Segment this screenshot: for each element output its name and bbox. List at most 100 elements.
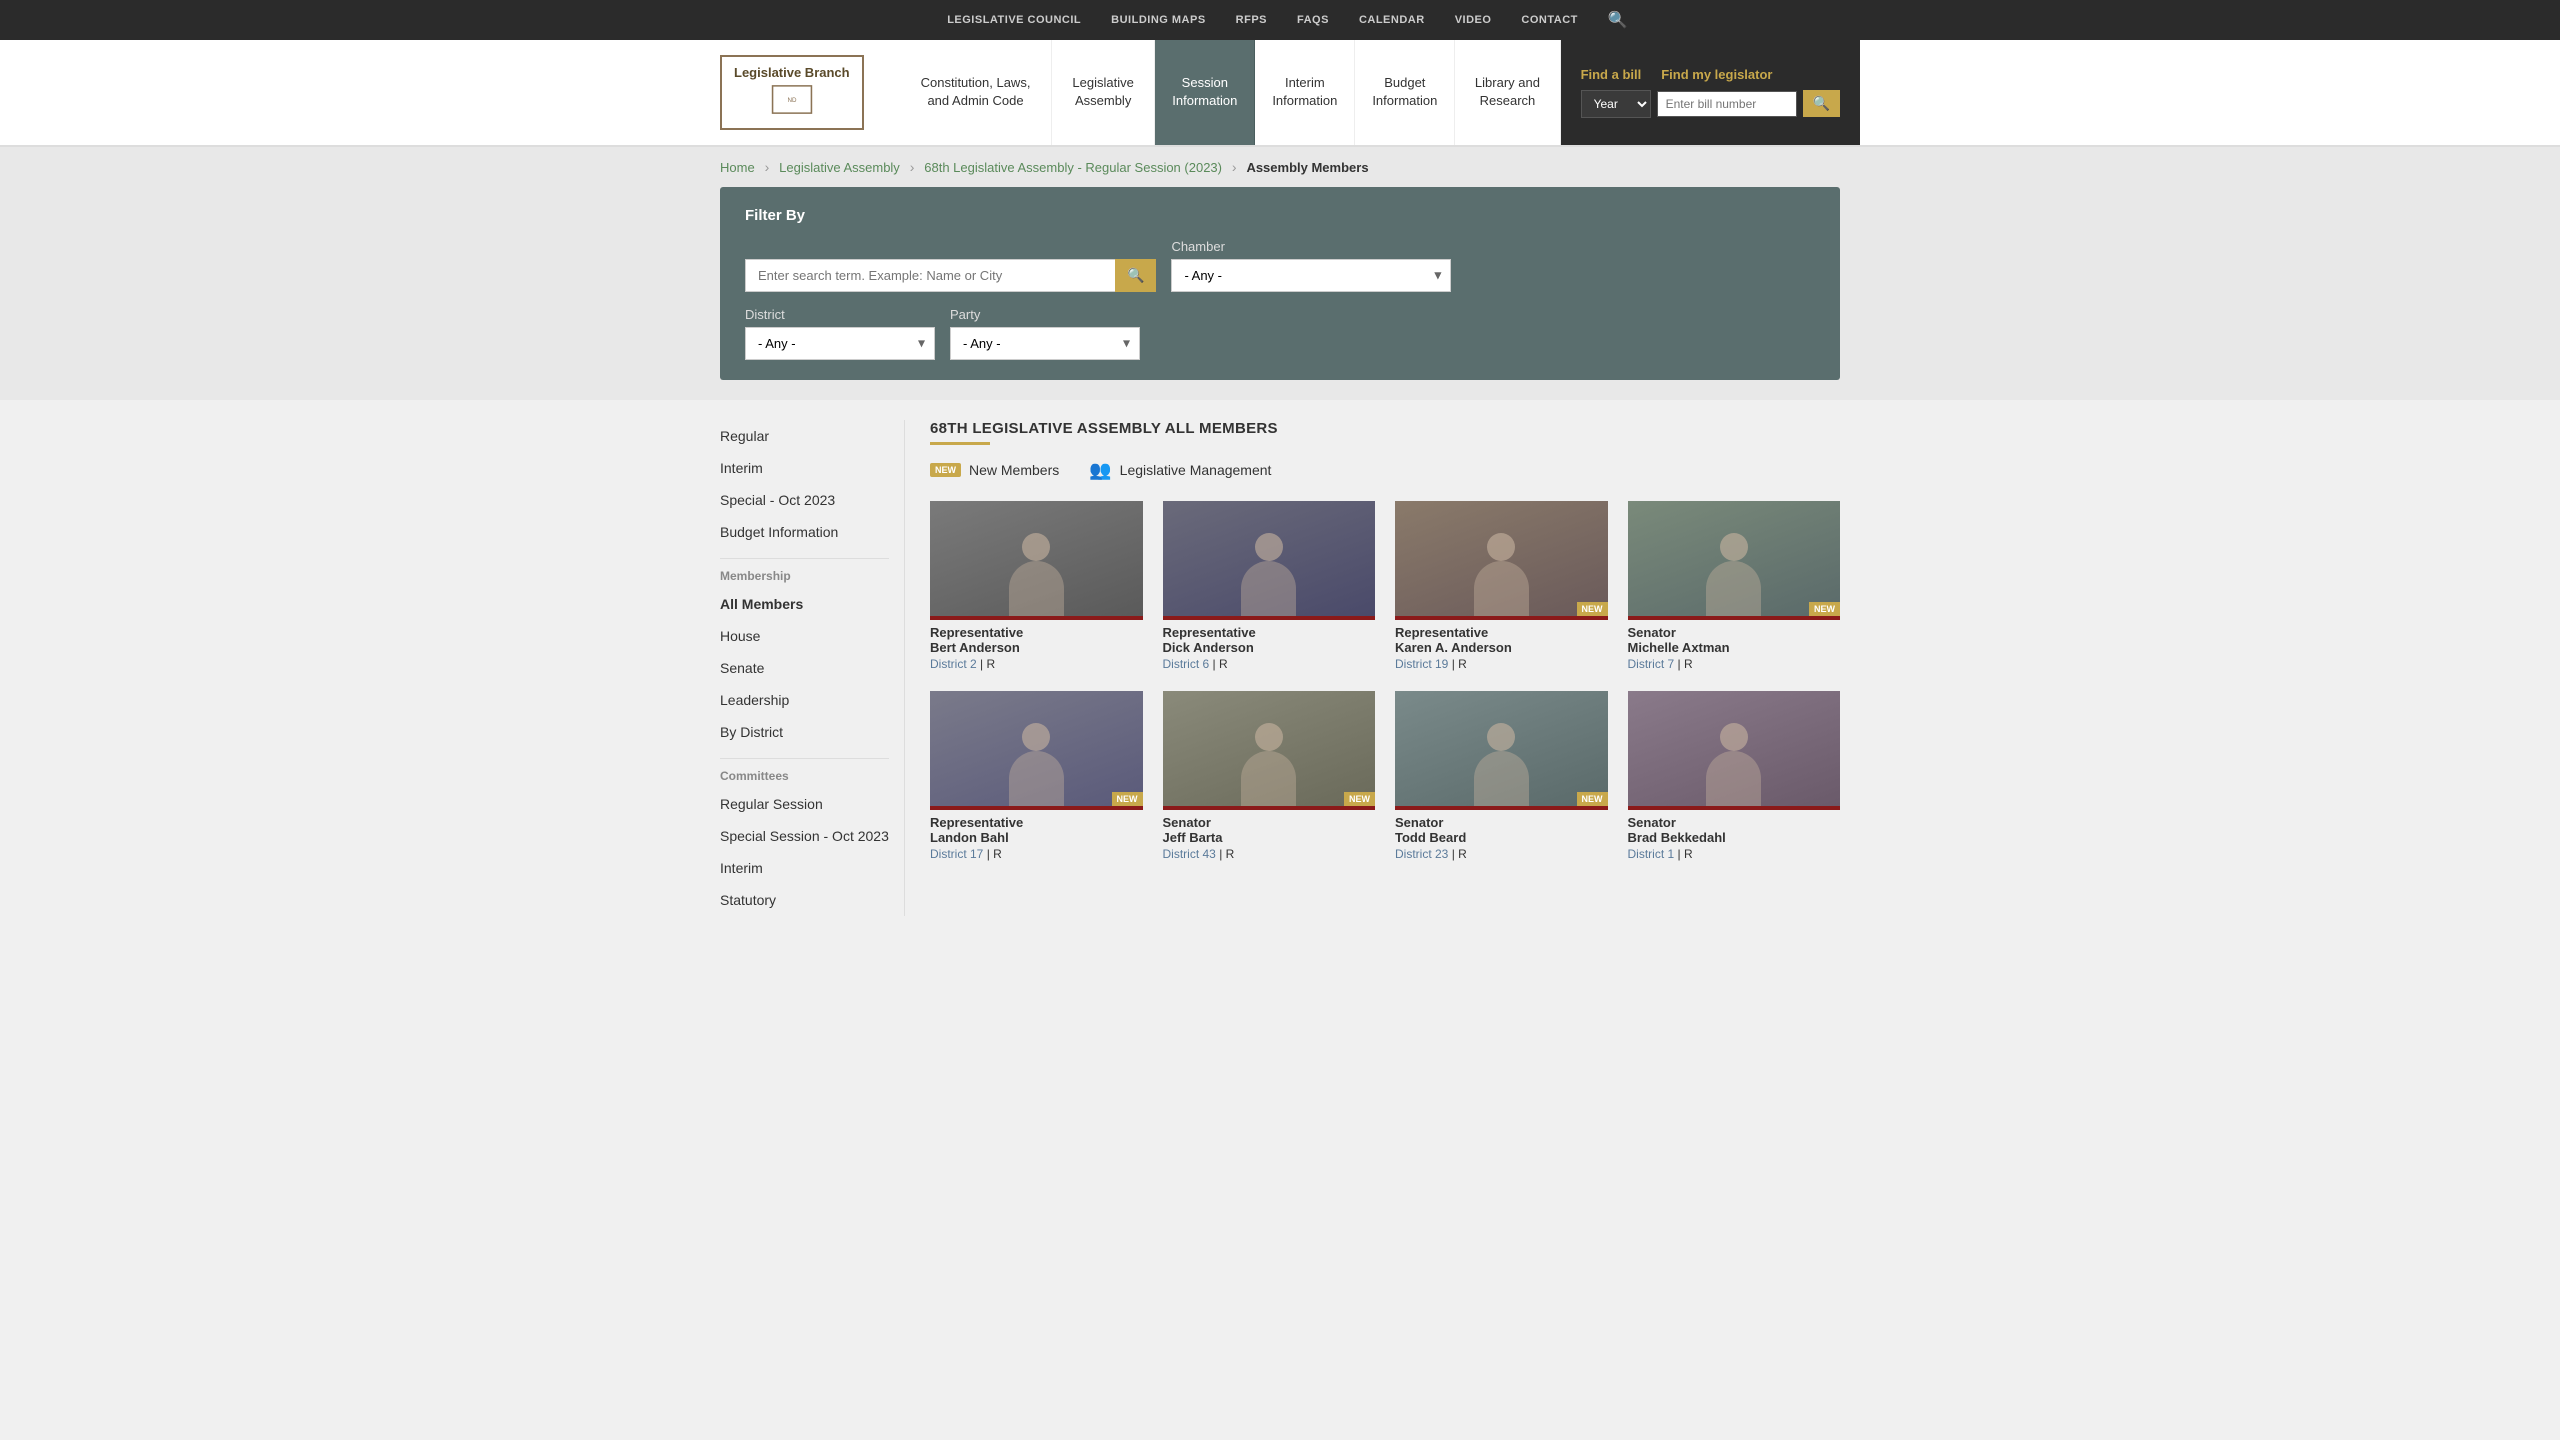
member-title-michelle-axtman: Senator <box>1628 625 1841 640</box>
find-bill-inputs: Year 🔍 <box>1581 90 1840 118</box>
member-card-bert-anderson[interactable]: Representative Bert Anderson District 2 … <box>930 501 1143 671</box>
sidebar-item-budget-information[interactable]: Budget Information <box>720 516 889 548</box>
member-info-todd-beard: Senator Todd Beard District 23 | R <box>1395 815 1608 861</box>
sidebar-item-leadership[interactable]: Leadership <box>720 684 889 716</box>
member-name-landon-bahl: Landon Bahl <box>930 830 1143 845</box>
nav-session-info[interactable]: Session Information <box>1155 40 1255 145</box>
nav-constitution[interactable]: Constitution, Laws, and Admin Code <box>900 40 1052 145</box>
member-red-bar-1 <box>930 616 1143 620</box>
member-name-brad-bekkedahl: Brad Bekkedahl <box>1628 830 1841 845</box>
top-nav-contact[interactable]: CONTACT <box>1506 14 1592 26</box>
assembly-title: 68TH LEGISLATIVE ASSEMBLY ALL MEMBERS <box>930 420 1840 437</box>
member-card-michelle-axtman[interactable]: NEW Senator Michelle Axtman District 7 |… <box>1628 501 1841 671</box>
find-bill-area: Find a bill Find my legislator Year 🔍 <box>1561 40 1860 145</box>
top-nav-legislative-council[interactable]: LEGISLATIVE COUNCIL <box>932 14 1096 26</box>
person-body-icon <box>1706 751 1761 806</box>
filter-section-wrap: Filter By 🔍 Chamber - Any - ▾ <box>0 187 2560 400</box>
breadcrumb-68th[interactable]: 68th Legislative Assembly - Regular Sess… <box>924 160 1222 175</box>
member-photo-landon-bahl: NEW <box>930 691 1143 806</box>
nav-budget-info[interactable]: Budget Information <box>1355 40 1455 145</box>
chamber-label: Chamber <box>1171 239 1451 254</box>
sidebar-divider-2 <box>720 758 889 759</box>
committees-section-label: Committees <box>720 769 889 783</box>
new-members-badge[interactable]: NEW New Members <box>930 462 1059 478</box>
sidebar-item-special-oct-2023[interactable]: Special - Oct 2023 <box>720 484 889 516</box>
search-icon[interactable]: 🔍 <box>1608 10 1628 30</box>
members-grid-row-2: NEW Representative Landon Bahl District … <box>930 691 1840 861</box>
member-card-todd-beard[interactable]: NEW Senator Todd Beard District 23 | R <box>1395 691 1608 861</box>
nav-library-research[interactable]: Library and Research <box>1455 40 1560 145</box>
header-inner: Legislative Branch ND Constitution, Laws… <box>700 40 1860 145</box>
breadcrumb-sep-2: › <box>910 159 915 175</box>
member-photo-brad-bekkedahl <box>1628 691 1841 806</box>
year-select[interactable]: Year <box>1581 90 1651 118</box>
sidebar-item-special-session-oct-2023[interactable]: Special Session - Oct 2023 <box>720 820 889 852</box>
breadcrumb-wrap: Home › Legislative Assembly › 68th Legis… <box>700 159 1860 175</box>
member-card-dick-anderson[interactable]: Representative Dick Anderson District 6 … <box>1163 501 1376 671</box>
breadcrumb-leg-assembly[interactable]: Legislative Assembly <box>779 160 900 175</box>
chamber-select-wrap: - Any - ▾ <box>1171 259 1451 292</box>
bill-number-input[interactable] <box>1657 91 1797 117</box>
top-nav-calendar[interactable]: CALENDAR <box>1344 14 1440 26</box>
district-group: District - Any - ▾ <box>745 307 935 360</box>
sidebar-divider-1 <box>720 558 889 559</box>
member-name-todd-beard: Todd Beard <box>1395 830 1608 845</box>
search-button[interactable]: 🔍 <box>1115 259 1156 292</box>
breadcrumb-sep-1: › <box>765 159 770 175</box>
new-badge-jeff-barta: NEW <box>1344 792 1375 806</box>
district-select-wrap: - Any - ▾ <box>745 327 935 360</box>
sidebar-item-regular-session[interactable]: Regular Session <box>720 788 889 820</box>
member-district-dick-anderson: District 6 | R <box>1163 657 1376 671</box>
breadcrumb-current: Assembly Members <box>1246 160 1368 175</box>
new-badge-landon-bahl: NEW <box>1112 792 1143 806</box>
top-nav-building-maps[interactable]: BUILDING MAPS <box>1096 14 1221 26</box>
top-nav-faqs[interactable]: FAQS <box>1282 14 1344 26</box>
sidebar-item-regular[interactable]: Regular <box>720 420 889 452</box>
member-card-jeff-barta[interactable]: NEW Senator Jeff Barta District 43 | R <box>1163 691 1376 861</box>
person-head-icon <box>1022 723 1050 751</box>
member-title-bert-anderson: Representative <box>930 625 1143 640</box>
member-card-landon-bahl[interactable]: NEW Representative Landon Bahl District … <box>930 691 1143 861</box>
sidebar-item-by-district[interactable]: By District <box>720 716 889 748</box>
find-legislator-label: Find my legislator <box>1661 67 1772 82</box>
logo-area[interactable]: Legislative Branch ND <box>700 40 900 145</box>
person-body-icon <box>1474 751 1529 806</box>
legislative-management-label: Legislative Management <box>1120 462 1272 478</box>
district-label: District <box>745 307 935 322</box>
svg-text:ND: ND <box>787 97 796 104</box>
member-name-jeff-barta: Jeff Barta <box>1163 830 1376 845</box>
logo-box: Legislative Branch ND <box>720 55 864 130</box>
top-nav-rfps[interactable]: RFPS <box>1221 14 1282 26</box>
member-photo-bert-anderson <box>930 501 1143 616</box>
sidebar-item-senate[interactable]: Senate <box>720 652 889 684</box>
sidebar-item-all-members[interactable]: All Members <box>720 588 889 620</box>
sidebar-item-interim[interactable]: Interim <box>720 452 889 484</box>
person-body-icon <box>1009 561 1064 616</box>
breadcrumb-home[interactable]: Home <box>720 160 755 175</box>
district-select[interactable]: - Any - <box>745 327 935 360</box>
legislative-management-badge[interactable]: 👥 Legislative Management <box>1089 460 1271 481</box>
new-badge-michelle-axtman: NEW <box>1809 602 1840 616</box>
member-info-bert-anderson: Representative Bert Anderson District 2 … <box>930 625 1143 671</box>
party-label: Party <box>950 307 1140 322</box>
find-bill-search-button[interactable]: 🔍 <box>1803 90 1840 117</box>
nav-legislative-assembly[interactable]: Legislative Assembly <box>1052 40 1155 145</box>
member-card-brad-bekkedahl[interactable]: Senator Brad Bekkedahl District 1 | R <box>1628 691 1841 861</box>
sidebar-item-statutory[interactable]: Statutory <box>720 884 889 916</box>
member-name-bert-anderson: Bert Anderson <box>930 640 1143 655</box>
sidebar-item-house[interactable]: House <box>720 620 889 652</box>
member-card-karen-anderson[interactable]: NEW Representative Karen A. Anderson Dis… <box>1395 501 1608 671</box>
person-head-icon <box>1720 723 1748 751</box>
filter-content-wrap: Filter By 🔍 Chamber - Any - ▾ <box>700 187 1860 380</box>
person-head-icon <box>1487 533 1515 561</box>
chamber-select[interactable]: - Any - <box>1171 259 1451 292</box>
member-title-jeff-barta: Senator <box>1163 815 1376 830</box>
sidebar-item-interim-committee[interactable]: Interim <box>720 852 889 884</box>
nav-interim-info[interactable]: Interim Information <box>1255 40 1355 145</box>
party-select[interactable]: - Any - <box>950 327 1140 360</box>
person-body-icon <box>1706 561 1761 616</box>
search-input[interactable] <box>745 259 1115 292</box>
logo-state-icon: ND <box>767 82 817 117</box>
person-head-icon <box>1487 723 1515 751</box>
top-nav-video[interactable]: VIDEO <box>1440 14 1507 26</box>
